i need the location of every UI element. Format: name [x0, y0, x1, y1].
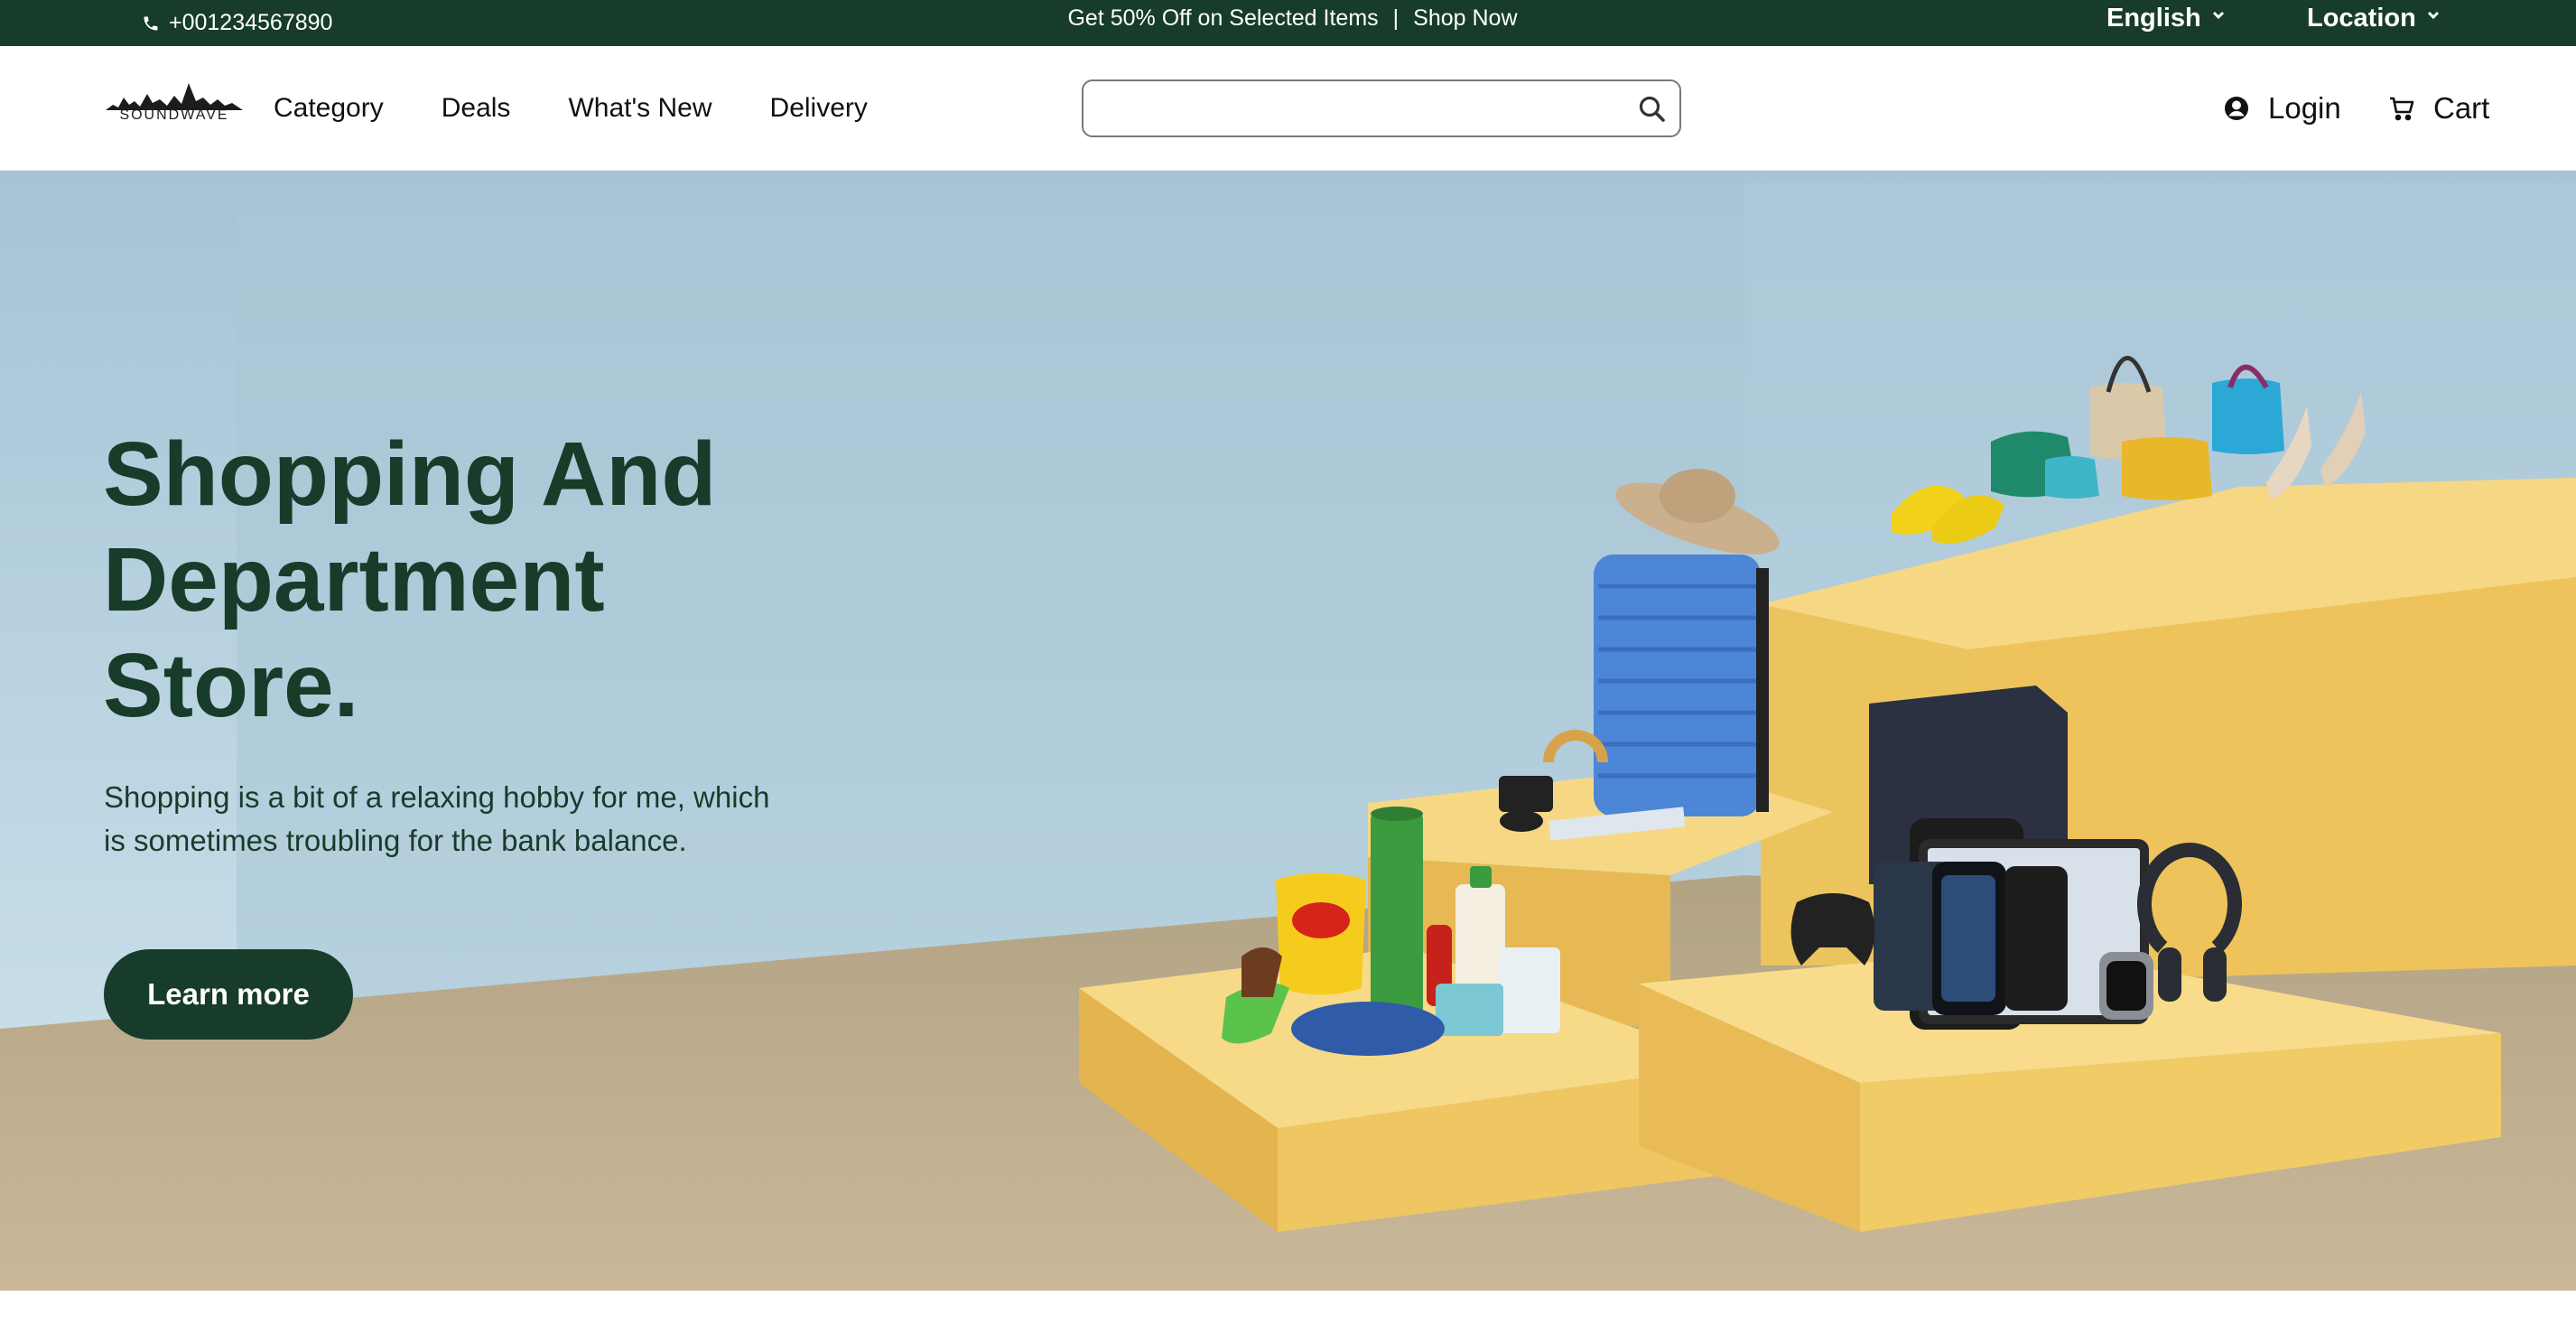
hero-title: Shopping And Department Store.: [103, 424, 717, 736]
user-circle-icon: [2225, 97, 2248, 120]
main-nav: Category Deals What's New Delivery: [274, 46, 925, 171]
site-header: SOUNDWAVE Category Deals What's New Deli…: [0, 46, 2576, 171]
cart-icon: [2390, 97, 2414, 121]
chevron-down-icon: [2427, 11, 2439, 19]
cart-label: Cart: [2433, 91, 2490, 125]
nav-deals[interactable]: Deals: [442, 93, 511, 124]
location-dropdown[interactable]: Location: [2307, 0, 2440, 37]
nav-whats-new[interactable]: What's New: [568, 93, 711, 124]
login-button[interactable]: Login: [2223, 46, 2341, 171]
shop-now-link[interactable]: Shop Now: [1413, 5, 1517, 32]
search-box: [1082, 79, 1681, 137]
hero-banner: Shopping And Department Store. Shopping …: [0, 171, 2576, 1291]
location-label: Location: [2307, 4, 2416, 33]
logo-wordmark: SOUNDWAVE: [119, 107, 229, 123]
nav-delivery[interactable]: Delivery: [770, 93, 868, 124]
announcement-bar: +001234567890 Get 50% Off on Selected It…: [0, 0, 2576, 46]
promo-separator: |: [1392, 5, 1400, 31]
search-icon[interactable]: [1638, 95, 1667, 124]
learn-more-button[interactable]: Learn more: [104, 949, 353, 1040]
hero-subtitle: Shopping is a bit of a relaxing hobby fo…: [104, 780, 770, 857]
nav-category[interactable]: Category: [274, 93, 384, 124]
promo-text: Get 50% Off on Selected Items: [1067, 5, 1379, 31]
cart-button[interactable]: Cart: [2388, 46, 2489, 171]
chevron-down-icon: [2212, 11, 2224, 19]
language-label: English: [2106, 4, 2201, 33]
login-label: Login: [2268, 91, 2341, 125]
search-input[interactable]: [1100, 90, 1623, 126]
language-dropdown[interactable]: English: [2106, 0, 2225, 37]
page-bottom-strip: [0, 1291, 2576, 1334]
